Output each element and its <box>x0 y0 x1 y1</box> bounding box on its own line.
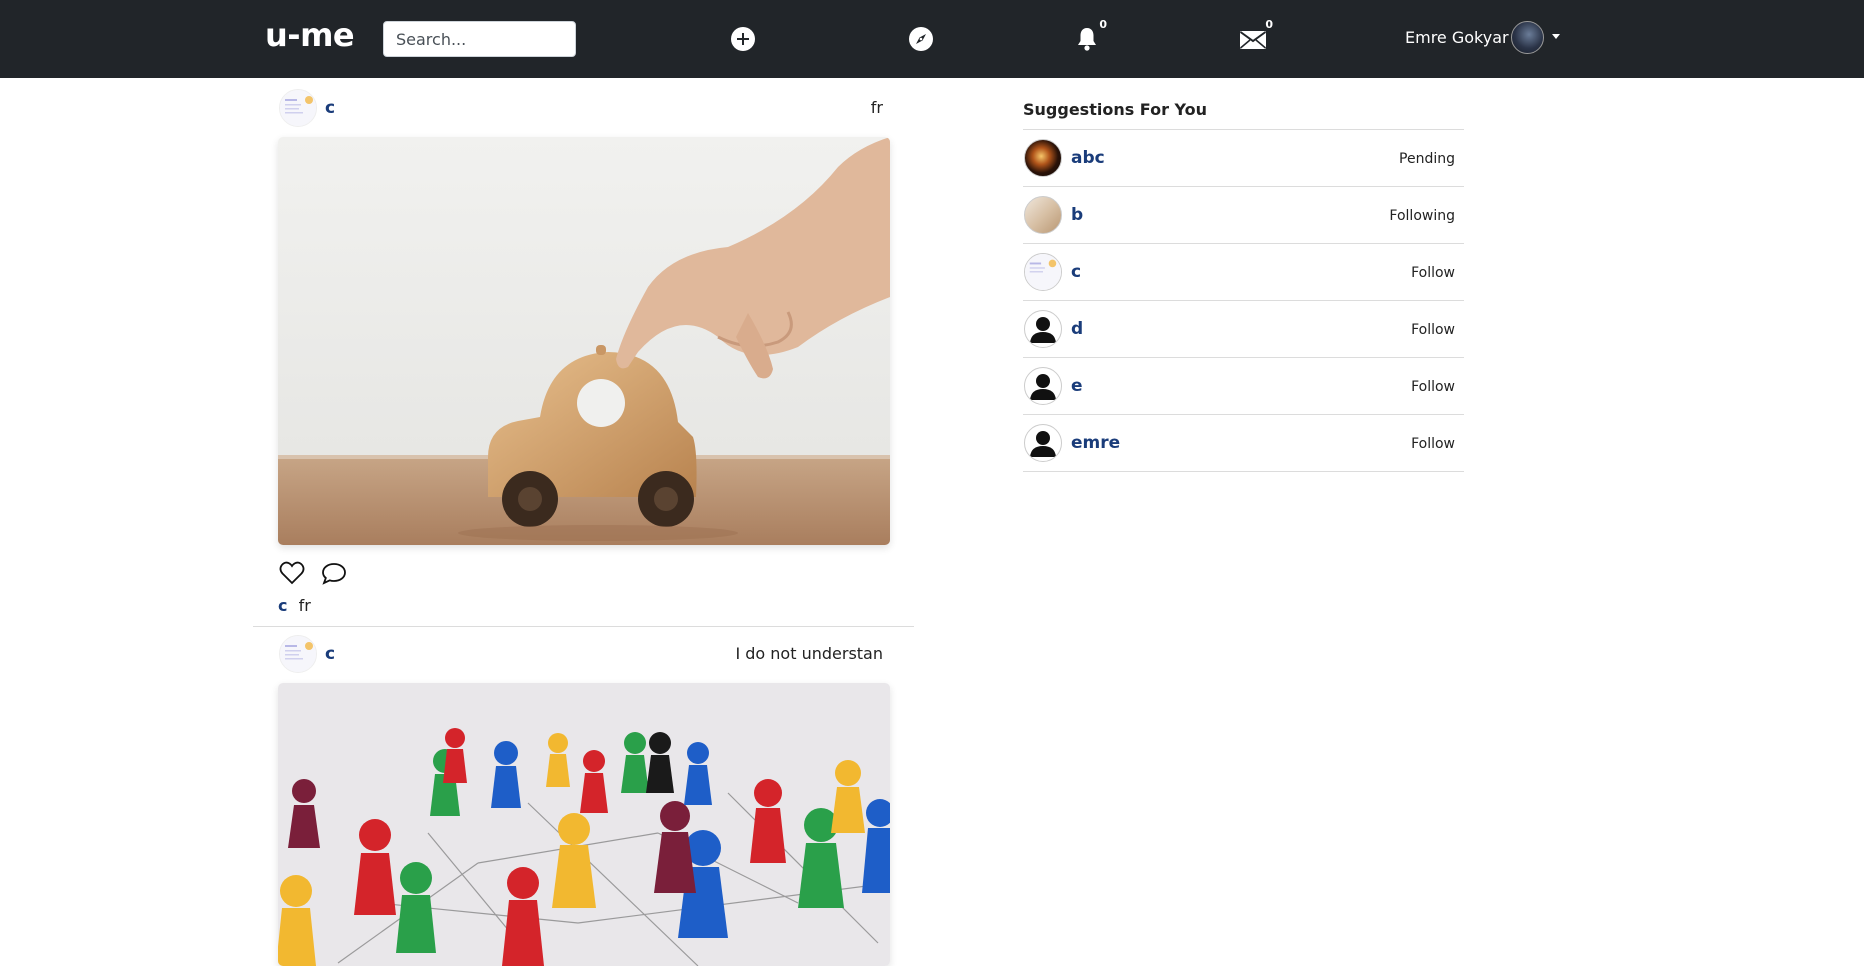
avatar[interactable] <box>1024 367 1062 405</box>
suggestion-row: e Follow <box>1023 358 1464 415</box>
post-image-wooden-car[interactable] <box>278 137 890 545</box>
top-navbar: u-me 0 0 Emre Gokyar <box>0 0 1864 78</box>
avatar[interactable] <box>1024 253 1062 291</box>
suggestion-row: d Follow <box>1023 301 1464 358</box>
bell-icon <box>1078 28 1096 51</box>
post-footer-caption: fr <box>298 596 311 615</box>
user-silhouette-icon <box>1030 374 1056 400</box>
post-caption: fr <box>870 98 883 117</box>
avatar[interactable] <box>1024 424 1062 462</box>
wooden-toy-car-photo <box>278 137 890 545</box>
suggestion-row: abc Pending <box>1023 130 1464 187</box>
explore-button[interactable] <box>907 25 935 53</box>
notifications-count: 0 <box>1099 18 1107 31</box>
create-post-button[interactable] <box>729 25 757 53</box>
follow-status-button[interactable]: Follow <box>1411 379 1455 395</box>
avatar[interactable] <box>1024 196 1062 234</box>
post-caption: I do not understan <box>735 644 883 663</box>
suggestions-title: Suggestions For You <box>1023 100 1464 130</box>
suggestion-row: b Following <box>1023 187 1464 244</box>
post-footer: c fr <box>278 596 311 615</box>
post-card: c I do not understan <box>253 632 914 966</box>
notifications-button[interactable]: 0 <box>1073 18 1107 53</box>
comment-icon[interactable] <box>320 559 348 587</box>
search-input[interactable] <box>383 21 576 57</box>
user-avatar[interactable] <box>1511 21 1544 54</box>
avatar-thumbnail-icon <box>1025 254 1061 290</box>
post-card: c fr c fr <box>253 86 914 627</box>
suggestion-name[interactable]: b <box>1071 205 1083 225</box>
suggestion-name[interactable]: abc <box>1071 148 1105 168</box>
user-name[interactable]: Emre Gokyar <box>1405 28 1509 47</box>
plus-circle-icon <box>731 27 755 51</box>
suggestions-panel: Suggestions For You abc Pending b Follow… <box>1023 100 1464 472</box>
heart-icon[interactable] <box>278 559 306 587</box>
avatar[interactable] <box>1024 310 1062 348</box>
follow-status-button[interactable]: Pending <box>1399 151 1455 167</box>
post-author[interactable]: c <box>325 98 335 118</box>
compass-icon <box>909 27 933 51</box>
post-author[interactable]: c <box>325 644 335 664</box>
user-silhouette-icon <box>1030 317 1056 343</box>
follow-status-button[interactable]: Follow <box>1411 265 1455 281</box>
post-actions <box>278 559 348 587</box>
suggestion-row: emre Follow <box>1023 415 1464 472</box>
post-avatar[interactable] <box>279 635 317 673</box>
post-footer-author[interactable]: c <box>278 596 287 615</box>
avatar-thumbnail-icon <box>280 90 316 126</box>
suggestion-name[interactable]: e <box>1071 376 1083 396</box>
messages-count: 0 <box>1265 18 1273 31</box>
avatar-thumbnail-icon <box>280 636 316 672</box>
suggestion-name[interactable]: c <box>1071 262 1081 282</box>
avatar[interactable] <box>1024 139 1062 177</box>
suggestion-name[interactable]: emre <box>1071 433 1120 453</box>
post-image-game-pieces[interactable] <box>278 683 890 966</box>
suggestion-row: c Follow <box>1023 244 1464 301</box>
brand-logo[interactable]: u-me <box>265 16 355 54</box>
post-avatar[interactable] <box>279 89 317 127</box>
suggestion-name[interactable]: d <box>1071 319 1083 339</box>
user-silhouette-icon <box>1030 431 1056 457</box>
follow-status-button[interactable]: Following <box>1389 208 1455 224</box>
follow-status-button[interactable]: Follow <box>1411 436 1455 452</box>
messages-button[interactable]: 0 <box>1239 18 1273 53</box>
envelope-icon <box>1239 31 1267 49</box>
game-pieces-network-photo <box>278 683 890 966</box>
follow-status-button[interactable]: Follow <box>1411 322 1455 338</box>
chevron-down-icon[interactable] <box>1552 34 1560 39</box>
